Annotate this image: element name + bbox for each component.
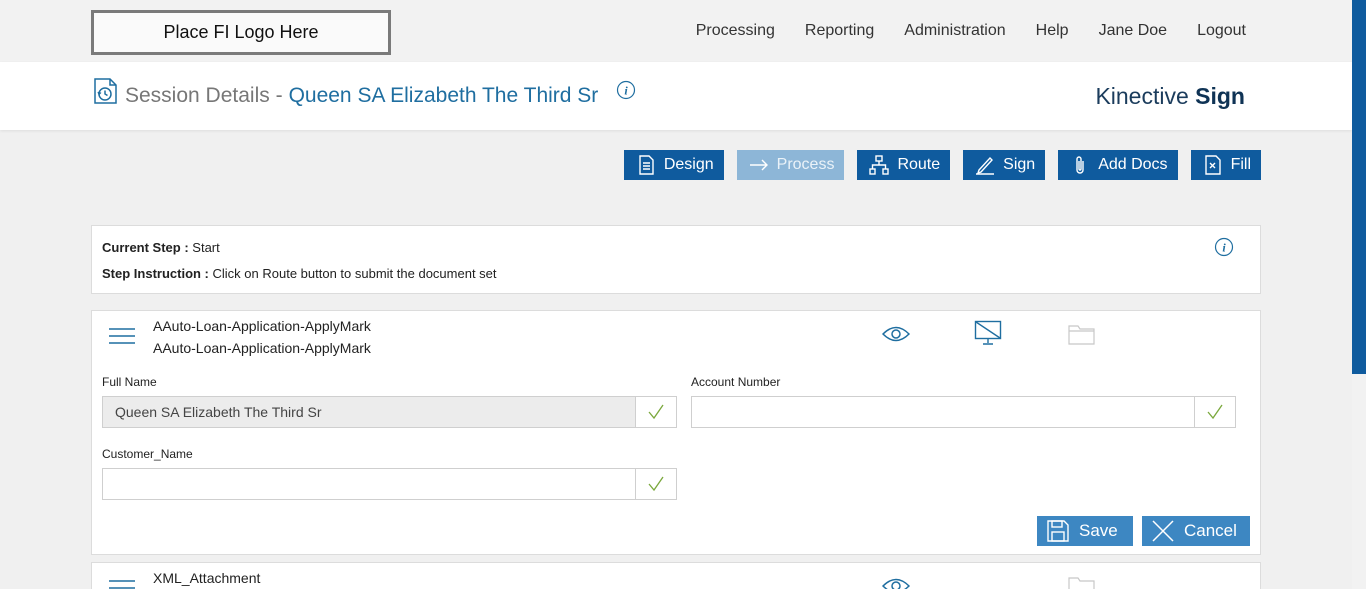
sign-button[interactable]: Sign (963, 150, 1046, 180)
add-docs-button[interactable]: Add Docs (1058, 150, 1178, 180)
current-step-label: Current Step : (102, 240, 189, 255)
paperclip-icon (1076, 156, 1084, 174)
folder-icon[interactable] (1068, 575, 1095, 589)
full-name-value: Queen SA Elizabeth The Third Sr (103, 397, 635, 427)
hamburger-menu-icon[interactable] (109, 579, 135, 589)
session-title-label: Session Details - (125, 84, 283, 107)
fi-logo-placeholder: Place FI Logo Here (91, 10, 391, 55)
customer-name-value (103, 469, 635, 499)
document-card-2: XML_Attachment (91, 562, 1261, 589)
route-label: Route (897, 156, 941, 173)
nav-user-name[interactable]: Jane Doe (1099, 22, 1168, 40)
pen-signature-icon (976, 156, 995, 175)
design-button[interactable]: Design (623, 150, 724, 180)
step-instruction: Step Instruction : Click on Route button… (102, 266, 497, 281)
nav-administration[interactable]: Administration (904, 22, 1005, 40)
logo-text: Place FI Logo Here (163, 22, 319, 42)
document-card: AAuto-Loan-Application-ApplyMark AAuto-L… (91, 310, 1261, 555)
full-name-label: Full Name (102, 375, 157, 389)
document-name: AAuto-Loan-Application-ApplyMark (153, 318, 371, 334)
route-button[interactable]: Route (857, 150, 951, 180)
fill-button[interactable]: Fill (1190, 150, 1261, 180)
account-number-check[interactable] (1194, 397, 1235, 427)
document-list-icon (639, 155, 654, 175)
arrow-right-icon (749, 159, 768, 171)
step-instruction-value: Click on Route button to submit the docu… (212, 266, 497, 281)
svg-text:i: i (1222, 241, 1226, 255)
step-panel: Current Step : Start Step Instruction : … (91, 225, 1261, 294)
floppy-save-icon (1047, 520, 1069, 542)
document-name: XML_Attachment (153, 570, 261, 586)
page-title: Session Details - Queen SA Elizabeth The … (125, 84, 598, 108)
process-button[interactable]: Process (736, 150, 845, 180)
step-info-icon[interactable]: i (1214, 237, 1234, 257)
nav-help[interactable]: Help (1036, 22, 1069, 40)
scrollbar-thumb[interactable] (1352, 0, 1366, 374)
add-docs-label: Add Docs (1098, 156, 1168, 173)
document-name-secondary: AAuto-Loan-Application-ApplyMark (153, 340, 371, 356)
action-toolbar: Design Process Route Sign Add Docs Fill (623, 150, 1261, 180)
account-number-value (692, 397, 1194, 427)
checkmark-icon (648, 404, 664, 420)
folder-icon[interactable] (1068, 323, 1095, 345)
document-edit-icon (1204, 155, 1221, 175)
brand-bold: Sign (1195, 83, 1245, 109)
hamburger-menu-icon[interactable] (109, 327, 135, 345)
svg-text:i: i (624, 84, 628, 98)
save-button[interactable]: Save (1037, 516, 1133, 546)
brand-prefix: Kinective (1095, 83, 1189, 109)
brand-logo: Kinective Sign (1095, 83, 1245, 110)
full-name-field[interactable]: Queen SA Elizabeth The Third Sr (102, 396, 677, 428)
sign-label: Sign (1003, 156, 1036, 173)
current-step-value: Start (192, 240, 220, 255)
customer-name-check[interactable] (635, 469, 676, 499)
design-label: Design (663, 156, 714, 173)
current-step: Current Step : Start (102, 240, 220, 255)
full-name-check[interactable] (635, 397, 676, 427)
session-history-icon (94, 78, 117, 104)
nav-logout[interactable]: Logout (1197, 22, 1246, 40)
nav-processing[interactable]: Processing (696, 22, 775, 40)
customer-name-label: Customer_Name (102, 447, 193, 461)
nav-reporting[interactable]: Reporting (805, 22, 874, 40)
top-navigation-bar: Place FI Logo Here Processing Reporting … (0, 0, 1352, 62)
account-number-label: Account Number (691, 375, 781, 389)
page-scrollbar[interactable] (1352, 0, 1366, 589)
step-instruction-label: Step Instruction : (102, 266, 209, 281)
monitor-disabled-icon[interactable] (974, 320, 1002, 346)
customer-name-field[interactable] (102, 468, 677, 500)
hierarchy-icon (869, 155, 890, 175)
eye-preview-icon[interactable] (882, 325, 910, 343)
cancel-button[interactable]: Cancel (1142, 516, 1250, 546)
eye-preview-icon[interactable] (882, 577, 910, 589)
session-header: Session Details - Queen SA Elizabeth The … (0, 62, 1352, 130)
process-label: Process (776, 156, 835, 173)
account-number-field[interactable] (691, 396, 1236, 428)
checkmark-icon (648, 476, 664, 492)
checkmark-icon (1207, 404, 1223, 420)
save-label: Save (1079, 521, 1118, 540)
main-nav: Processing Reporting Administration Help… (696, 22, 1246, 40)
cancel-label: Cancel (1184, 521, 1237, 540)
fill-label: Fill (1230, 156, 1251, 173)
info-icon[interactable]: i (616, 80, 636, 100)
close-icon (1152, 520, 1174, 542)
session-customer-name: Queen SA Elizabeth The Third Sr (288, 84, 599, 107)
